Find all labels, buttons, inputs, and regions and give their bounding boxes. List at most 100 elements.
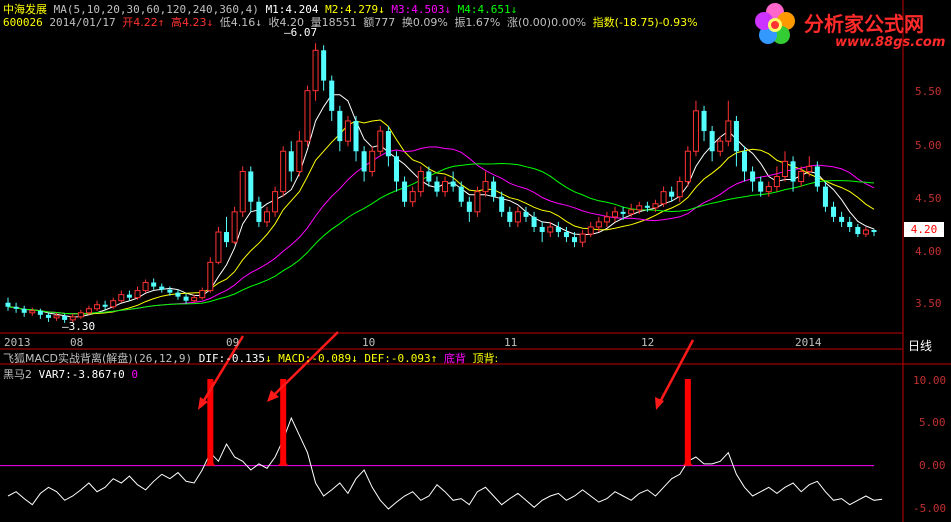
amount: 额777: [363, 16, 396, 29]
var7-value: VAR7:-3.867: [38, 368, 112, 381]
high-price-label: —6.07: [284, 26, 318, 39]
candle-body-up: [636, 205, 643, 211]
trade-date: 2014/01/17: [49, 16, 116, 29]
xaxis-tick: 2013: [4, 336, 31, 349]
candle-body-down: [555, 226, 561, 233]
candle-body-up: [142, 282, 149, 292]
candle-body-down: [402, 181, 408, 202]
flower-logo-icon: [755, 2, 795, 48]
xaxis-tick: 10: [362, 336, 376, 349]
heima-v1: 0: [131, 368, 138, 381]
heima-name[interactable]: 黑马2: [3, 368, 32, 381]
candle-body-down: [572, 237, 578, 243]
xaxis-tick: 11: [504, 336, 518, 349]
var7-tick: 10.00: [913, 374, 947, 387]
candle-body-down: [159, 286, 165, 290]
heima-info-line: 黑马2 VAR7:-3.867↑0 0: [3, 368, 138, 381]
candle-body-up: [612, 211, 619, 218]
candle-body-down: [102, 304, 108, 307]
annotation-arrowhead: [198, 397, 208, 410]
var7-line: [7, 416, 883, 510]
candle-body-up: [806, 165, 813, 172]
turnover: 换0.09%: [401, 16, 448, 29]
price-tick: 3.50: [915, 297, 942, 310]
indicator-name[interactable]: 飞狐MACD实战背离(解盘): [3, 352, 133, 365]
candle-body-up: [263, 211, 270, 223]
candle-body-up: [765, 186, 772, 193]
candle-body-up: [587, 226, 594, 235]
candle-body-down: [175, 292, 181, 297]
candle-body-up: [628, 209, 635, 215]
candle-body-up: [676, 181, 683, 198]
signal-bar: [280, 379, 287, 466]
candle-body-up: [474, 191, 481, 213]
candle-body-down: [393, 156, 399, 182]
candle-body-up: [862, 229, 869, 235]
candle-body-down: [855, 226, 861, 235]
logo-url: www.88gs.com: [835, 35, 946, 50]
candle-body-up: [207, 261, 214, 292]
candle-body-down: [563, 232, 569, 238]
xaxis-tick: 12: [641, 336, 655, 349]
info-line-2: 600026 2014/01/17 开4.22↑ 高4.23↓ 低4.16↓ 收…: [3, 16, 698, 29]
candle-body-down: [385, 131, 391, 157]
stock-code: 600026: [3, 16, 43, 29]
candle-body-down: [5, 302, 11, 307]
last-price-marker: 4.20: [904, 222, 944, 237]
bottom-divergence: 底背: [443, 352, 466, 365]
candle-body-up: [595, 221, 602, 228]
candle-body-up: [312, 49, 319, 92]
candle-body-up: [134, 290, 141, 299]
candle-body-down: [847, 221, 853, 227]
var7-tick: 5.00: [919, 416, 946, 429]
period-button[interactable]: 日线: [908, 337, 932, 354]
candle-body-down: [288, 151, 294, 172]
candle-body-down: [183, 296, 189, 301]
candle-body-down: [458, 186, 464, 202]
market-index: 指数(-18.75)-0.93%: [592, 16, 698, 29]
price-tick: 4.50: [915, 192, 942, 205]
candle-body-up: [377, 130, 384, 152]
stock-chart-window: 中海发展 MA(5,10,20,30,60,120,240,360,4) M1:…: [0, 0, 951, 522]
dif-value: DIF:-0.135: [198, 352, 266, 365]
signal-marker: [278, 458, 289, 466]
heima-v0: 0: [118, 368, 125, 381]
indicator-info-line: 飞狐MACD实战背离(解盘)(26,12,9) DIF:-0.135↓ MACD…: [3, 352, 499, 365]
candle-body-down: [839, 216, 845, 222]
candle-body-down: [167, 289, 173, 293]
candle-body-down: [539, 226, 545, 233]
annotation-arrows: [198, 331, 695, 410]
candle-body-down: [13, 306, 19, 309]
candle-body-down: [620, 211, 626, 214]
candle-body-down: [45, 314, 51, 318]
change: 涨(0.00)0.00%: [507, 16, 587, 29]
candle-body-down: [531, 216, 537, 227]
candle-body-down: [491, 181, 497, 197]
candle-body-up: [29, 310, 36, 314]
logo-title: 分析家公式网: [804, 12, 924, 36]
candle-body-down: [426, 171, 432, 182]
candle-body-down: [37, 310, 43, 315]
candle-body-down: [321, 50, 327, 81]
candle-body-down: [329, 80, 335, 111]
indicator-params: (26,12,9): [132, 352, 193, 365]
moving-average-lines: [7, 94, 875, 318]
chart-canvas[interactable]: [0, 0, 951, 522]
open-price: 开4.22: [122, 16, 158, 29]
candle-body-down: [361, 151, 367, 172]
candle-body-down: [256, 201, 262, 222]
volume: 量18551: [310, 16, 357, 29]
candle-body-up: [417, 170, 424, 193]
candle-body-down: [701, 110, 707, 132]
candle-body-down: [669, 191, 675, 197]
candle-body-up: [725, 120, 732, 142]
xaxis-tick: 08: [70, 336, 84, 349]
candle-body-up: [94, 304, 101, 310]
candle-body-down: [337, 110, 343, 142]
candle-body-down: [644, 205, 650, 208]
top-divergence: 顶背:: [472, 352, 499, 365]
candle-body-up: [442, 181, 449, 193]
candle-body-down: [353, 120, 359, 152]
candle-body-up: [717, 140, 724, 152]
candle-body-up: [296, 140, 303, 172]
